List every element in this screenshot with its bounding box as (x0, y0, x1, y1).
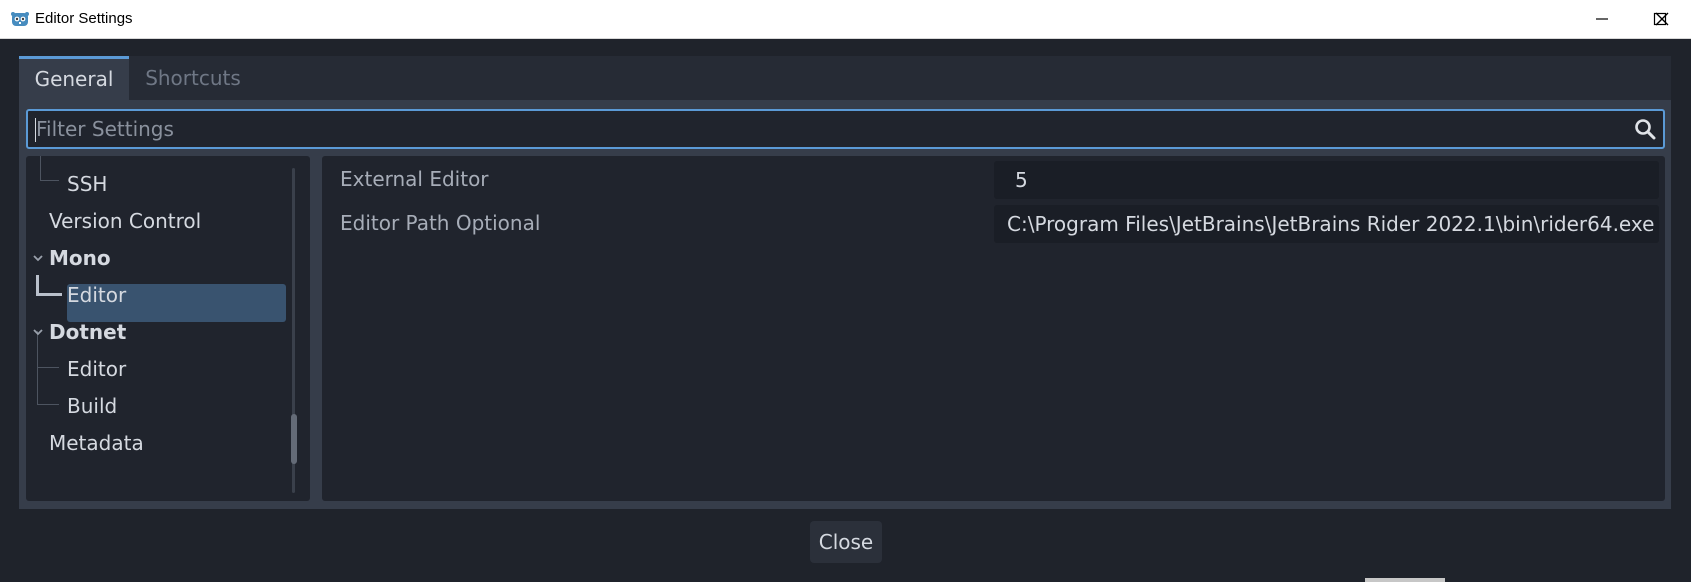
search-icon[interactable] (1633, 117, 1657, 141)
tree-scrollbar-thumb[interactable] (291, 414, 297, 464)
external-editor-value-field[interactable]: 5 (994, 161, 1659, 199)
editor-settings-window: Editor Settings General Shortcuts Filter… (0, 0, 1691, 582)
close-icon (1655, 12, 1669, 26)
tree-guide-line (36, 293, 62, 296)
tree-item-dotnet[interactable]: Dotnet (49, 320, 126, 344)
editor-path-value-field[interactable]: C:\Program Files\JetBrains\JetBrains Rid… (994, 205, 1659, 243)
window-title: Editor Settings (35, 10, 133, 27)
tree-item-metadata[interactable]: Metadata (49, 431, 144, 455)
settings-tree[interactable]: SSH Version Control Mono Editor Dotnet E… (26, 156, 310, 501)
tree-item-mono-editor[interactable]: Editor (67, 283, 126, 307)
title-bar: Editor Settings (0, 0, 1691, 39)
minimize-button[interactable] (1573, 0, 1631, 38)
chevron-down-icon[interactable] (32, 252, 44, 264)
filter-settings-input[interactable] (36, 111, 1616, 147)
tab-bar (19, 56, 1671, 100)
chevron-down-icon[interactable] (32, 326, 44, 338)
minimize-icon (1596, 18, 1608, 20)
tree-guide-line (40, 156, 41, 181)
tree-item-mono[interactable]: Mono (49, 246, 111, 270)
filter-settings-field[interactable] (26, 109, 1665, 149)
tab-general[interactable]: General (19, 56, 129, 100)
tree-guide-line (37, 404, 59, 405)
property-label-editor-path: Editor Path Optional (340, 211, 541, 235)
tree-item-ssh[interactable]: SSH (67, 172, 107, 196)
godot-app-icon (11, 12, 29, 26)
tree-guide-line (37, 367, 59, 368)
tree-guide-line (40, 180, 59, 181)
close-button[interactable]: Close (810, 521, 882, 563)
property-label-external-editor: External Editor (340, 167, 489, 191)
close-window-button[interactable] (1633, 0, 1691, 38)
tree-item-build[interactable]: Build (67, 394, 117, 418)
tab-shortcuts[interactable]: Shortcuts (134, 56, 252, 100)
tree-item-dotnet-editor[interactable]: Editor (67, 357, 126, 381)
settings-inspector: External Editor 5 Editor Path Optional C… (322, 156, 1665, 501)
tree-item-version-control[interactable]: Version Control (49, 209, 201, 233)
background-window-edge (1365, 578, 1445, 582)
